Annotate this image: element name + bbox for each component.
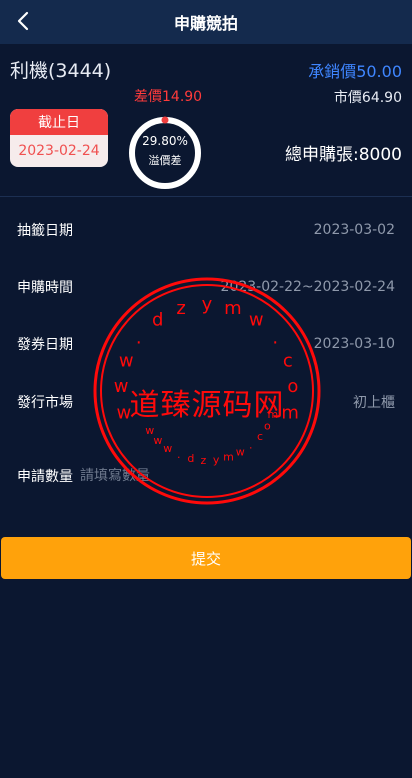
detail-row-lottery-date: 抽籤日期 2023-03-02 <box>0 212 412 248</box>
detail-label: 申購時間 <box>17 280 73 296</box>
detail-row-issue-date: 發券日期 2023-03-10 <box>0 326 412 362</box>
deadline-label: 截止日 <box>10 109 108 135</box>
divider <box>0 196 412 197</box>
header-bar: 申購競拍 <box>0 0 412 44</box>
deadline-card: 截止日 2023-02-24 <box>10 109 108 167</box>
watermark-letter: . <box>249 439 253 452</box>
chevron-left-icon <box>17 11 29 31</box>
price-difference: 差價14.90 <box>134 89 203 105</box>
detail-value: 2023-03-02 <box>313 222 395 238</box>
watermark-letter: o <box>264 419 271 432</box>
market-price: 市價64.90 <box>333 90 402 106</box>
stock-name: 利機(3444) <box>10 60 112 82</box>
detail-label: 發券日期 <box>17 337 73 353</box>
quantity-input[interactable] <box>80 463 280 489</box>
detail-label: 發行市場 <box>17 395 73 411</box>
detail-row-market: 發行市場 初上櫃 <box>0 384 412 420</box>
quantity-row: 申請數量 <box>0 458 412 494</box>
detail-value: 2023-02-22~2023-02-24 <box>220 279 395 295</box>
submit-button[interactable]: 提交 <box>1 537 411 579</box>
watermark-letter: w <box>163 442 172 455</box>
underwrite-price: 承銷價50.00 <box>308 62 402 81</box>
back-button[interactable] <box>8 6 38 36</box>
detail-row-apply-period: 申購時間 2023-02-22~2023-02-24 <box>0 269 412 305</box>
quantity-label: 申請數量 <box>17 469 73 485</box>
deadline-date: 2023-02-24 <box>18 143 100 159</box>
page-title: 申購競拍 <box>173 14 238 33</box>
detail-label: 抽籤日期 <box>17 223 73 239</box>
premium-percent: 29.80% <box>142 134 188 148</box>
page: 申購競拍 利機(3444) 承銷價50.00 差價14.90 市價64.90 截… <box>0 0 412 778</box>
detail-value: 初上櫃 <box>353 395 395 411</box>
premium-ring-marker <box>161 116 169 124</box>
watermark-letter: c <box>257 430 263 443</box>
detail-value: 2023-03-10 <box>313 336 395 352</box>
product-summary: 利機(3444) 承銷價50.00 差價14.90 市價64.90 截止日 20… <box>0 44 412 194</box>
watermark-letter: w <box>145 424 154 437</box>
total-apply-lots: 總申購張:8000 <box>285 145 402 165</box>
watermark-letter: w <box>236 446 245 459</box>
premium-label: 溢價差 <box>148 154 182 167</box>
watermark-letter: w <box>153 434 162 447</box>
